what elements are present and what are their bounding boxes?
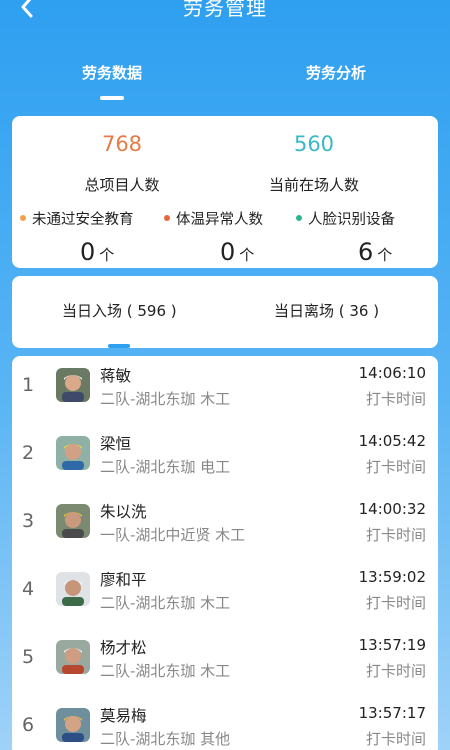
list-item[interactable]: 3 朱以洗 一队-湖北中近贤 木工 14:00:32 打卡时间 (12, 492, 438, 560)
row-index: 6 (21, 714, 35, 736)
worker-team: 二队-湖北东珈 木工 (100, 390, 231, 408)
avatar (56, 368, 90, 402)
row-index: 5 (21, 646, 35, 668)
check-in-time: 13:57:19 (358, 636, 426, 654)
check-in-time: 14:05:42 (358, 432, 426, 450)
worker-name: 朱以洗 (100, 503, 147, 521)
metric-face-devices[interactable]: 人脸识别设备 6个 (296, 208, 436, 268)
check-in-time: 14:00:32 (358, 500, 426, 518)
worker-team: 二队-湖北东珈 电工 (100, 458, 231, 476)
row-index: 3 (21, 510, 35, 532)
attendance-list: 1 蒋敏 二队-湖北东珈 木工 14:06:10 打卡时间 2 梁恒 二队-湖北… (12, 356, 438, 750)
metric-unit: 个 (99, 246, 115, 264)
check-in-time-label: 打卡时间 (365, 458, 426, 476)
page-title: 劳务管理 (183, 0, 267, 20)
row-index: 1 (21, 374, 35, 396)
status-dot-icon (296, 215, 302, 221)
worker-team: 二队-湖北东珈 木工 (100, 662, 231, 680)
list-item[interactable]: 2 梁恒 二队-湖北东珈 电工 14:05:42 打卡时间 (12, 424, 438, 492)
worker-team: 二队-湖北东珈 木工 (100, 594, 231, 612)
avatar (56, 708, 90, 742)
check-in-time-label: 打卡时间 (365, 730, 426, 748)
metric-label: 未通过安全教育 (32, 212, 134, 228)
status-dot-icon (164, 215, 170, 221)
worker-name: 蒋敏 (100, 367, 132, 385)
tab-daily-exit[interactable]: 当日离场 ( 36 ) (274, 300, 379, 321)
metric-unit: 个 (377, 246, 393, 264)
row-index: 4 (21, 578, 35, 600)
avatar (56, 504, 90, 538)
total-project-count: 768 (101, 132, 143, 156)
list-item[interactable]: 4 廖和平 二队-湖北东珈 木工 13:59:02 打卡时间 (12, 560, 438, 628)
avatar (56, 436, 90, 470)
metric-label: 体温异常人数 (176, 212, 263, 228)
worker-name: 廖和平 (100, 571, 147, 589)
active-tab-indicator (100, 96, 124, 100)
worker-name: 杨才松 (100, 639, 147, 657)
metric-temperature-abnormal[interactable]: 体温异常人数 0个 (164, 208, 304, 268)
total-project-label: 总项目人数 (84, 176, 160, 194)
check-in-time-label: 打卡时间 (365, 390, 426, 408)
stats-card: 768 560 总项目人数 当前在场人数 未通过安全教育 0个 体温异常人数 0… (12, 116, 438, 268)
check-in-time: 13:59:02 (358, 568, 426, 586)
tab-labor-analysis[interactable]: 劳务分析 (306, 62, 366, 83)
metric-label: 人脸识别设备 (308, 212, 395, 228)
metric-value: 0 (220, 238, 236, 266)
worker-team: 一队-湖北中近贤 木工 (100, 526, 246, 544)
avatar (56, 572, 90, 606)
main-tabs: 劳务数据 劳务分析 (0, 56, 450, 102)
check-in-time-label: 打卡时间 (365, 594, 426, 612)
worker-name: 莫易梅 (100, 707, 147, 725)
metric-safety-education[interactable]: 未通过安全教育 0个 (20, 208, 160, 268)
onsite-count: 560 (293, 132, 335, 156)
tab-daily-entry[interactable]: 当日入场 ( 596 ) (62, 300, 177, 321)
list-item[interactable]: 5 杨才松 二队-湖北东珈 木工 13:57:19 打卡时间 (12, 628, 438, 696)
check-in-time-label: 打卡时间 (365, 662, 426, 680)
tab-labor-data[interactable]: 劳务数据 (82, 62, 142, 83)
metric-value: 0 (80, 238, 96, 266)
onsite-label: 当前在场人数 (268, 176, 359, 194)
check-in-time: 13:57:17 (358, 704, 426, 722)
list-item[interactable]: 1 蒋敏 二队-湖北东珈 木工 14:06:10 打卡时间 (12, 356, 438, 424)
entry-exit-tabs: 当日入场 ( 596 ) 当日离场 ( 36 ) (12, 276, 438, 348)
top-bar: 劳务管理 (0, 0, 450, 30)
worker-team: 二队-湖北东珈 其他 (100, 730, 231, 748)
check-in-time: 14:06:10 (358, 364, 426, 382)
avatar (56, 640, 90, 674)
active-entry-tab-indicator (108, 344, 130, 348)
worker-name: 梁恒 (100, 435, 132, 453)
metric-value: 6 (358, 238, 374, 266)
status-dot-icon (20, 215, 26, 221)
list-item[interactable]: 6 莫易梅 二队-湖北东珈 其他 13:57:17 打卡时间 (12, 696, 438, 750)
row-index: 2 (21, 442, 35, 464)
check-in-time-label: 打卡时间 (365, 526, 426, 544)
metric-unit: 个 (239, 246, 255, 264)
